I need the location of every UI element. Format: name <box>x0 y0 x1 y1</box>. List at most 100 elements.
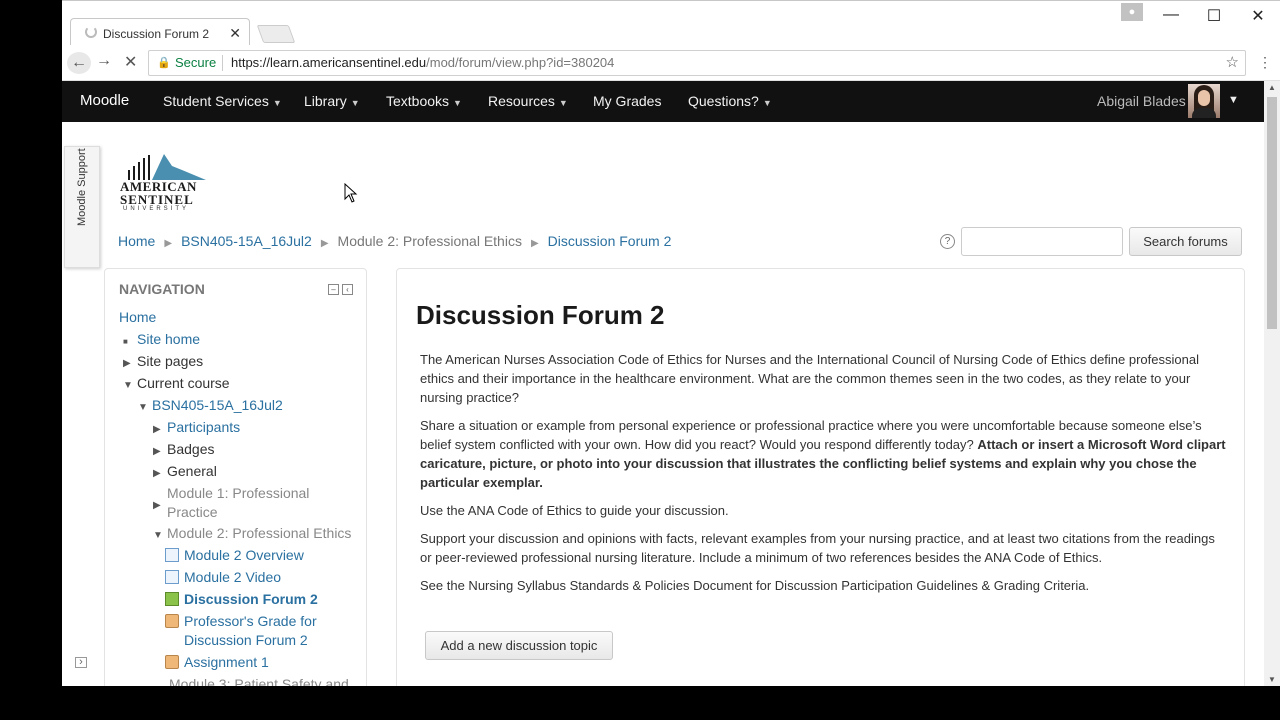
tab-close-icon[interactable]: ✕ <box>229 25 241 42</box>
tab-strip: Discussion Forum 2 ✕ ● — ☐ ✕ <box>62 0 1280 47</box>
nav-tree-label: General <box>167 463 217 479</box>
navigation-block: NAVIGATION – ‹ Home ■ Site home ▶ Site pag… <box>104 268 367 686</box>
caret-down-icon: ▼ <box>350 98 360 108</box>
nav-tree-participants[interactable]: ▶ Participants <box>153 418 240 439</box>
scroll-down-icon[interactable]: ▼ <box>1268 675 1276 684</box>
intro-paragraph: Share a situation or example from person… <box>420 416 1228 492</box>
forum-intro: The American Nurses Association Code of … <box>420 350 1228 604</box>
scrollbar-thumb[interactable] <box>1267 97 1277 329</box>
intro-paragraph: See the Nursing Syllabus Standards & Pol… <box>420 578 1090 593</box>
nav-textbooks[interactable]: Textbooks ▼ <box>386 93 462 109</box>
nav-questions[interactable]: Questions? ▼ <box>688 93 772 109</box>
search-forums-input[interactable] <box>961 227 1123 256</box>
window-close-icon[interactable]: ✕ <box>1248 6 1268 26</box>
tab-title: Discussion Forum 2 <box>103 27 210 41</box>
avatar[interactable] <box>1188 84 1220 118</box>
url-host: https://learn.americansentinel.edu <box>231 55 427 70</box>
breadcrumb-course[interactable]: BSN405-15A_16Jul2 <box>181 233 312 249</box>
american-sentinel-logo[interactable]: AMERICAN SENTINEL UNIVERSITY <box>120 152 210 216</box>
nav-tree-module1-line2[interactable]: Practice <box>167 503 218 522</box>
nav-tree-label: Module 2 Video <box>184 569 282 585</box>
expand-arrow-icon: ▶ <box>153 500 161 511</box>
breadcrumb-current[interactable]: Discussion Forum 2 <box>548 233 672 249</box>
nav-tree-label: Professor's Grade for <box>184 613 317 629</box>
support-tab-label: Moodle Support <box>76 148 88 226</box>
browser-menu-icon[interactable]: ⋮ <box>1258 54 1272 71</box>
help-icon[interactable]: ? <box>940 234 955 249</box>
nav-tree-module1[interactable]: ▶ Module 1: Professional <box>153 484 310 511</box>
breadcrumb-separator-icon: ▶ <box>530 238 539 249</box>
browser-profile-icon[interactable]: ● <box>1121 3 1143 21</box>
page-scrollbar[interactable]: ▲ ▼ <box>1264 81 1280 686</box>
user-name[interactable]: Abigail Blades <box>1097 93 1186 109</box>
forum-icon <box>165 592 179 606</box>
nav-tree-label: Module 3: Patient Safety and <box>169 676 349 686</box>
mouse-cursor-icon <box>344 183 358 203</box>
expand-arrow-icon: ▶ <box>153 468 161 479</box>
nav-tree-label: Current course <box>137 375 230 391</box>
nav-tree-module2[interactable]: ▼ Module 2: Professional Ethics <box>153 524 351 545</box>
nav-label: My Grades <box>593 93 662 109</box>
add-discussion-topic-button[interactable]: Add a new discussion topic <box>425 631 613 660</box>
logo-mark-icon <box>128 154 206 180</box>
nav-resources[interactable]: Resources ▼ <box>488 93 568 109</box>
nav-tree-home[interactable]: Home <box>119 308 156 327</box>
nav-tree-m2-grade[interactable]: Professor's Grade for <box>165 612 317 631</box>
nav-tree-label: Module 1: Professional <box>167 485 310 501</box>
nav-tree-assignment1[interactable]: Assignment 1 <box>165 653 269 672</box>
intro-paragraph: Support your discussion and opinions wit… <box>420 531 1215 565</box>
nav-library[interactable]: Library ▼ <box>304 93 360 109</box>
minimize-icon[interactable]: — <box>1161 6 1181 24</box>
secure-label: Secure <box>175 55 217 70</box>
nav-tree-m2-forum[interactable]: Discussion Forum 2 <box>165 590 318 609</box>
loading-spinner-icon <box>85 26 97 38</box>
address-bar[interactable]: 🔒 Secure https://learn.americansentinel.… <box>148 50 1246 76</box>
nav-label: Textbooks <box>386 93 450 109</box>
nav-tree-badges[interactable]: ▶ Badges <box>153 440 214 461</box>
dock-block-icon[interactable]: › <box>75 657 87 668</box>
nav-tree-m2-grade-line2[interactable]: Discussion Forum 2 <box>184 631 308 650</box>
collapse-block-icon[interactable]: – <box>328 284 339 295</box>
nav-tree-course[interactable]: ▼ BSN405-15A_16Jul2 <box>138 396 283 417</box>
nav-tree-general[interactable]: ▶ General <box>153 462 217 483</box>
nav-tree-site-pages[interactable]: ▶ Site pages <box>123 352 203 373</box>
page-icon <box>165 548 179 562</box>
nav-my-grades[interactable]: My Grades <box>593 93 661 109</box>
moodle-brand-link[interactable]: Moodle <box>80 92 129 109</box>
forward-arrow-icon[interactable]: → <box>96 52 112 70</box>
maximize-icon[interactable]: ☐ <box>1204 6 1224 26</box>
nav-tree-label: Participants <box>167 419 241 435</box>
assignment-icon <box>165 614 179 628</box>
dock-block-icon[interactable]: ‹ <box>342 284 353 295</box>
nav-tree-module3[interactable]: Module 3: Patient Safety and <box>169 675 349 686</box>
breadcrumb-separator-icon: ▶ <box>164 238 173 249</box>
page-title: Discussion Forum 2 <box>416 300 665 330</box>
nav-tree-m2-video[interactable]: Module 2 Video <box>165 568 281 587</box>
nav-tree-label: Site pages <box>137 353 204 369</box>
new-tab-button[interactable] <box>256 25 296 43</box>
nav-tree-label: Site home <box>137 331 201 347</box>
tab-discussion-forum[interactable]: Discussion Forum 2 ✕ <box>70 18 250 47</box>
nav-tree-current-course[interactable]: ▼ Current course <box>123 374 230 395</box>
search-forums-button[interactable]: Search forums <box>1129 227 1242 256</box>
user-menu-caret-icon[interactable]: ▼ <box>1228 94 1239 106</box>
caret-down-icon: ▼ <box>272 98 282 108</box>
nav-tree-site-home[interactable]: ■ Site home <box>123 330 200 351</box>
breadcrumb-home[interactable]: Home <box>118 233 155 249</box>
stop-loading-icon[interactable]: ✕ <box>124 52 137 72</box>
bookmark-star-icon[interactable]: ☆ <box>1226 51 1239 75</box>
back-arrow-icon[interactable]: ← <box>67 52 91 74</box>
breadcrumb-separator-icon: ▶ <box>320 238 329 249</box>
nav-tree-label: Practice <box>167 504 218 520</box>
breadcrumb-module: Module 2: Professional Ethics <box>337 233 522 249</box>
main-region: Discussion Forum 2 The American Nurses A… <box>396 268 1245 686</box>
collapse-arrow-icon: ▼ <box>153 530 163 541</box>
breadcrumb: Home ▶ BSN405-15A_16Jul2 ▶ Module 2: Profess… <box>118 233 671 249</box>
scroll-up-icon[interactable]: ▲ <box>1268 83 1276 92</box>
moodle-support-tab[interactable]: Moodle Support <box>64 146 100 268</box>
nav-tree-m2-overview[interactable]: Module 2 Overview <box>165 546 304 565</box>
nav-label: Student Services <box>163 93 269 109</box>
nav-tree-label: Discussion Forum 2 <box>184 632 308 648</box>
nav-tree-label: Home <box>119 309 157 325</box>
nav-student-services[interactable]: Student Services ▼ <box>163 93 282 109</box>
